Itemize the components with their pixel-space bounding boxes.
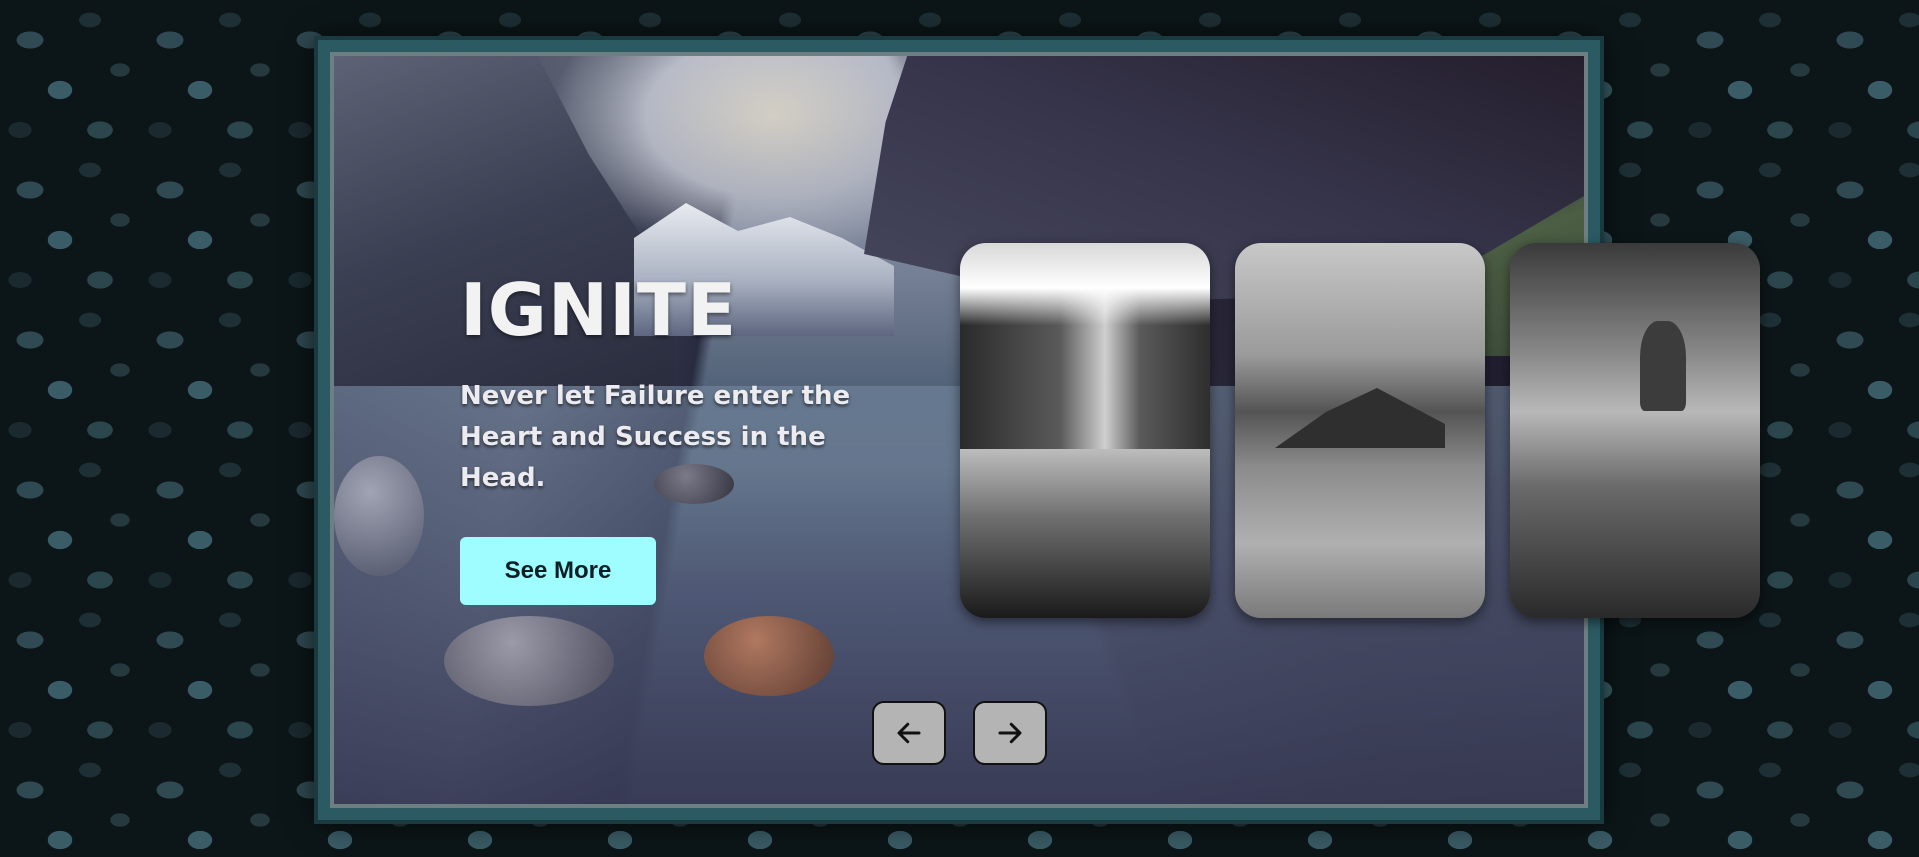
rock [704,616,834,696]
rock [444,616,614,706]
hero-subtitle: Never let Failure enter the Heart and Su… [460,381,851,493]
prev-button[interactable] [872,701,946,765]
arrow-right-icon [998,722,1022,744]
slide-card-sea-stacks[interactable] [1510,243,1760,618]
arrow-left-icon [897,722,921,744]
slide-card-island[interactable] [1235,243,1485,618]
slide-card-waterfall[interactable] [960,243,1210,618]
see-more-button[interactable]: See More [460,537,656,605]
next-button[interactable] [973,701,1047,765]
rock [334,456,424,576]
hero-title: IGNITE [460,268,738,352]
